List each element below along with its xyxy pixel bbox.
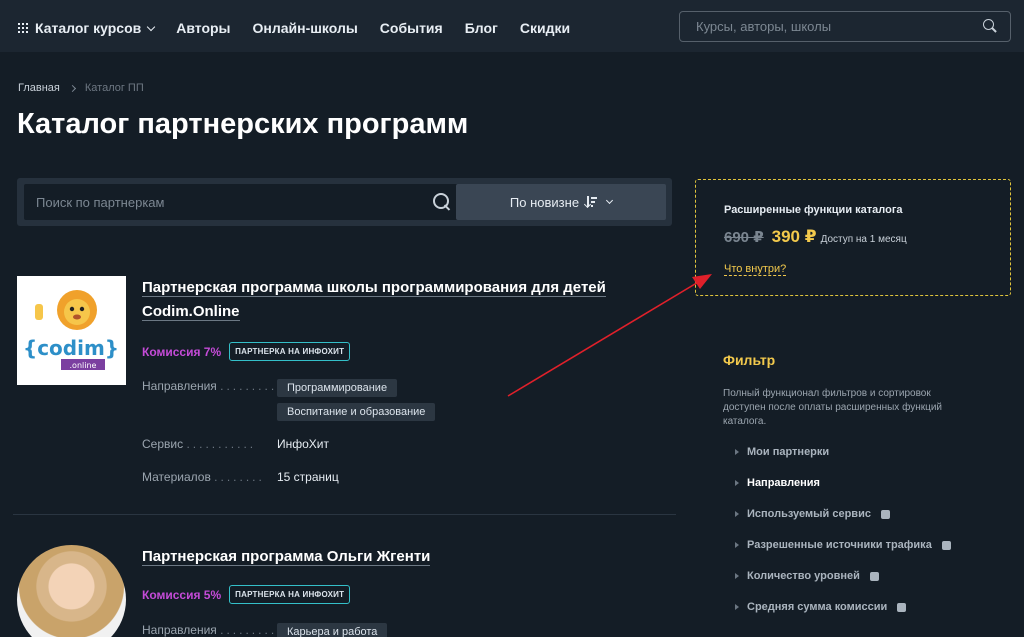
nav-catalog-label: Каталог курсов (35, 20, 142, 36)
sort-descending-icon (586, 196, 598, 208)
filter-description: Полный функционал фильтров и сортировок … (723, 388, 942, 427)
grid-icon (18, 23, 28, 33)
codim-logo[interactable]: {codim} .online (17, 276, 126, 385)
filter-item-my-partners[interactable]: Мои партнерки (735, 446, 829, 458)
partner-search-input[interactable] (24, 194, 433, 210)
chevron-down-icon (146, 22, 156, 31)
commission-value: Комиссия 5% (142, 587, 222, 602)
commission-value: Комиссия 7% (142, 344, 222, 359)
caret-right-icon (735, 573, 739, 579)
partner-card-title-text[interactable]: Партнерская программа школы программиров… (142, 279, 606, 321)
materials-label: Материалов ........ (142, 470, 265, 484)
direction-tag[interactable]: Карьера и работа (277, 623, 388, 637)
site-search (679, 11, 1011, 42)
directions-row: Направления ......... Карьера и работа (142, 623, 388, 637)
filter-item-service[interactable]: Используемый сервис (735, 508, 890, 520)
price-note: Доступ на 1 месяц (820, 234, 907, 245)
breadcrumb-current: Каталог ПП (84, 82, 144, 94)
lock-icon (897, 602, 907, 612)
sort-dropdown[interactable]: По новизне (456, 184, 666, 220)
whats-inside-link[interactable]: Что внутри? (724, 263, 787, 276)
directions-row: Направления ......... Программирование В… (142, 379, 436, 421)
materials-value: 15 страниц (277, 470, 339, 484)
chevron-down-icon (606, 196, 614, 205)
infohit-badge: ПАРТНЕРКА НА ИНФОХИТ (229, 585, 351, 604)
nav-events[interactable]: События (380, 20, 443, 36)
codim-logo-text: {codim} (23, 336, 119, 360)
caret-right-icon (735, 449, 739, 455)
filter-item-avg-commission[interactable]: Средняя сумма комиссии (735, 601, 907, 613)
lock-icon (869, 571, 879, 581)
extended-features-promo: Расширенные функции каталога 690 ₽ 390 ₽… (695, 179, 1011, 296)
main-nav: Каталог курсов Авторы Онлайн-школы Событ… (18, 0, 570, 56)
top-navigation-bar: Каталог курсов Авторы Онлайн-школы Событ… (0, 0, 1024, 52)
old-price: 690 ₽ (724, 229, 764, 246)
partner-card-title[interactable]: Партнерская программа Ольги Жгенти (142, 545, 622, 569)
partner-card-title[interactable]: Партнерская программа школы программиров… (142, 276, 622, 324)
directions-tags: Программирование Воспитание и образовани… (277, 379, 436, 421)
directions-tags: Карьера и работа (277, 623, 388, 637)
caret-right-icon (735, 604, 739, 610)
filter-item-traffic-sources[interactable]: Разрешенные источники трафика (735, 539, 951, 551)
breadcrumb-home[interactable]: Главная (18, 82, 60, 94)
price-row: 690 ₽ 390 ₽ Доступ на 1 месяц (724, 227, 907, 247)
directions-label: Направления ......... (142, 379, 277, 393)
filter-item-levels[interactable]: Количество уровней (735, 570, 879, 582)
commission-row: Комиссия 5% ПАРТНЕРКА НА ИНФОХИТ (142, 585, 351, 604)
chevron-right-icon (68, 84, 76, 92)
caret-right-icon (735, 542, 739, 548)
infohit-badge: ПАРТНЕРКА НА ИНФОХИТ (229, 342, 351, 361)
direction-tag[interactable]: Программирование (277, 379, 398, 397)
promo-title: Расширенные функции каталога (724, 204, 903, 216)
codim-logo-subtext: .online (70, 361, 97, 370)
page-title: Каталог партнерских программ (17, 108, 469, 140)
lock-icon (941, 540, 951, 550)
nav-catalog-courses[interactable]: Каталог курсов (18, 20, 156, 36)
partner-search-box (24, 184, 466, 220)
new-price: 390 ₽ (771, 227, 817, 246)
nav-discounts[interactable]: Скидки (520, 20, 570, 36)
search-icon[interactable] (983, 19, 998, 34)
breadcrumb: Главная Каталог ПП (18, 82, 144, 94)
nav-authors[interactable]: Авторы (176, 20, 230, 36)
directions-label: Направления ......... (142, 623, 277, 637)
lock-icon (880, 509, 890, 519)
search-icon[interactable] (433, 192, 452, 212)
direction-tag[interactable]: Воспитание и образование (277, 403, 436, 421)
nav-blog[interactable]: Блог (465, 20, 498, 36)
nav-online-schools[interactable]: Онлайн-школы (253, 20, 358, 36)
sort-label: По новизне (509, 194, 580, 210)
commission-row: Комиссия 7% ПАРТНЕРКА НА ИНФОХИТ (142, 342, 351, 361)
materials-row: Материалов ........ 15 страниц (142, 470, 339, 484)
avatar[interactable] (17, 545, 126, 637)
service-value: ИнфоХит (277, 437, 330, 451)
site-search-input[interactable] (680, 19, 983, 34)
filter-title: Фильтр (723, 352, 776, 368)
filter-item-directions[interactable]: Направления (735, 477, 820, 489)
partner-search-bar: По новизне (17, 178, 672, 226)
card-divider (13, 514, 676, 515)
service-label: Сервис ........... (142, 437, 257, 451)
caret-right-icon (735, 480, 739, 486)
service-row: Сервис ........... ИнфоХит (142, 437, 329, 451)
partner-card-title-text[interactable]: Партнерская программа Ольги Жгенти (142, 548, 431, 566)
caret-right-icon (735, 511, 739, 517)
